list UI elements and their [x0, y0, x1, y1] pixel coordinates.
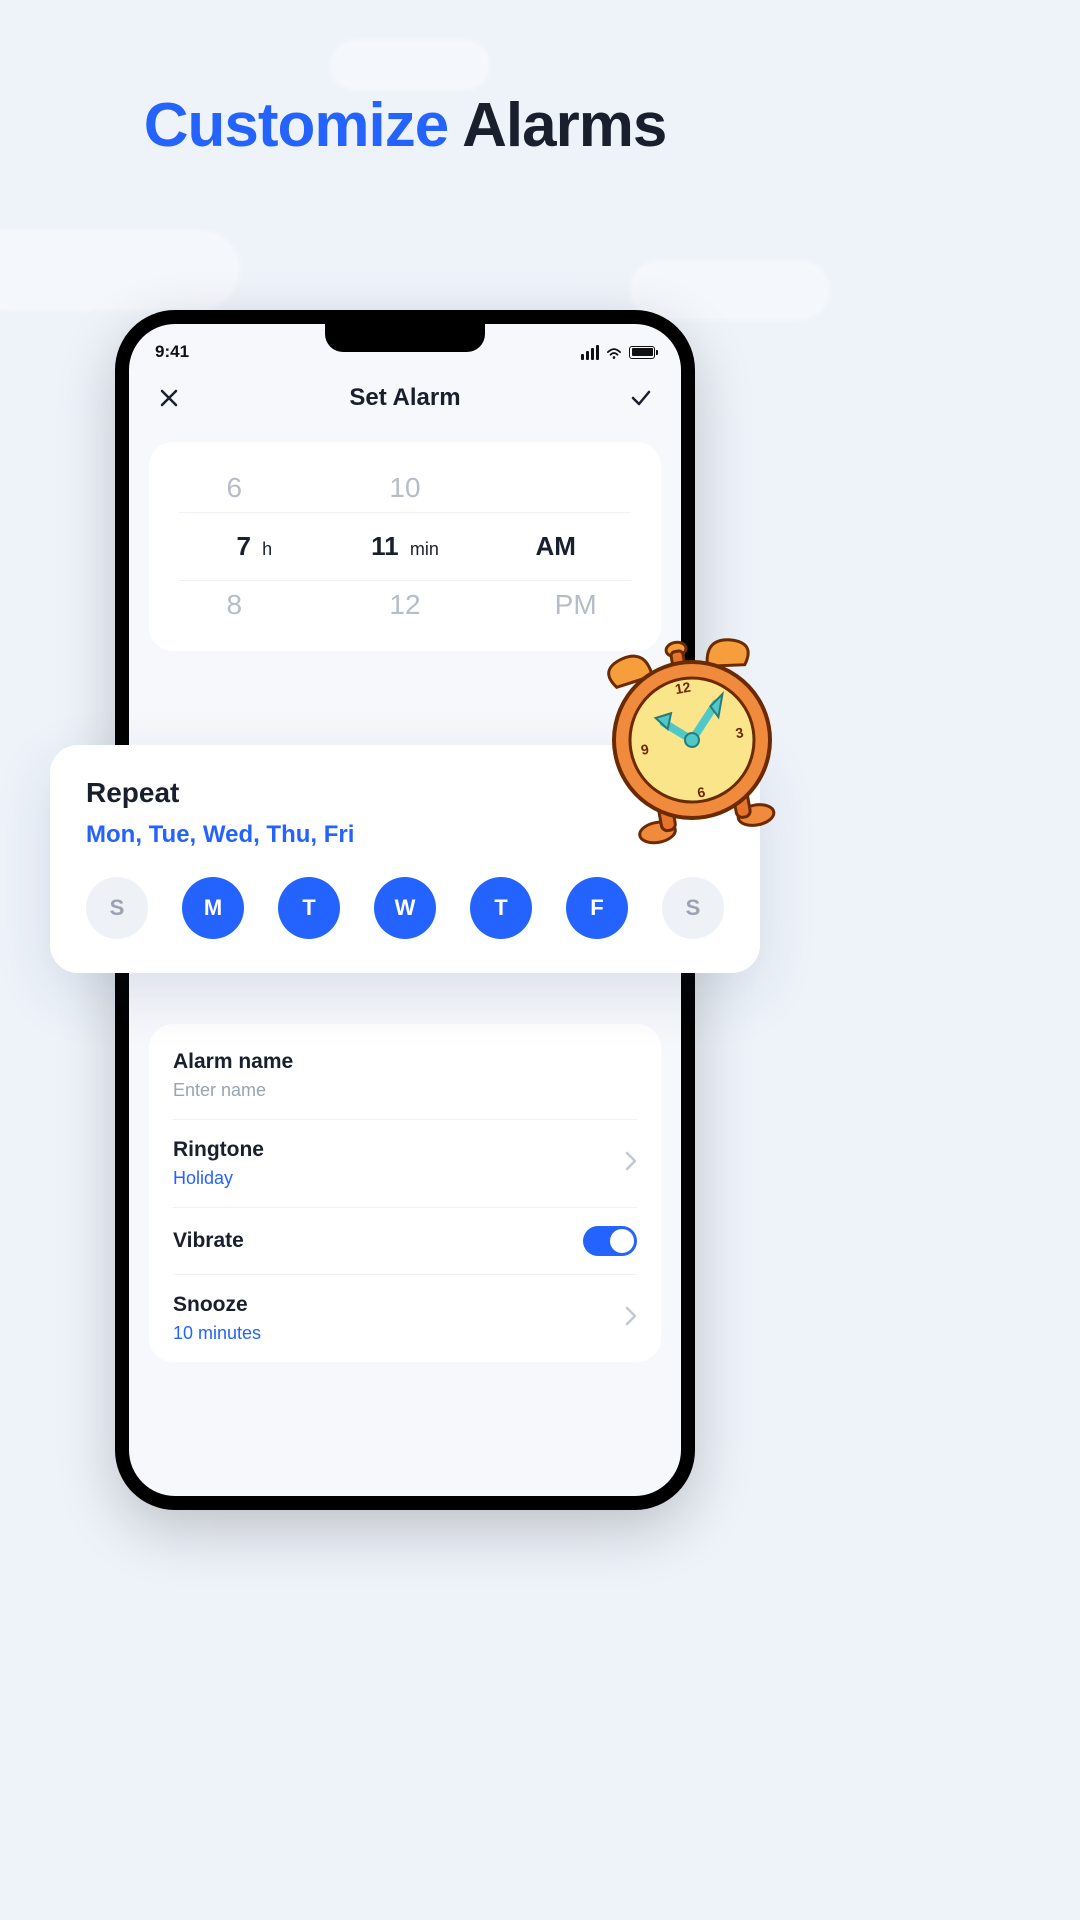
battery-icon: [629, 346, 655, 359]
headline-part-b: Alarms: [462, 91, 666, 160]
chevron-right-icon: [625, 1151, 637, 1176]
close-icon[interactable]: [155, 384, 183, 412]
headline-part-a: Customize: [144, 91, 462, 160]
day-toggle-wed[interactable]: W: [374, 877, 436, 939]
ringtone-label: Ringtone: [173, 1138, 264, 1162]
decorative-cloud: [330, 40, 490, 90]
setting-snooze[interactable]: Snooze 10 minutes: [173, 1275, 637, 1362]
picker-min-prev: 10: [320, 472, 491, 504]
nav-title: Set Alarm: [349, 384, 460, 412]
day-toggle-thu[interactable]: T: [470, 877, 532, 939]
setting-vibrate: Vibrate: [173, 1208, 637, 1275]
chevron-right-icon: [625, 1306, 637, 1331]
picker-row-selected: 7 h 11 min AM: [179, 512, 631, 581]
decorative-cloud: [630, 260, 830, 320]
status-icons: [581, 345, 655, 360]
status-time: 9:41: [155, 342, 189, 362]
decorative-cloud: [0, 230, 240, 310]
day-toggle-sat[interactable]: S: [662, 877, 724, 939]
alarm-name-input[interactable]: Enter name: [173, 1080, 293, 1101]
snooze-value: 10 minutes: [173, 1323, 261, 1344]
picker-hour-sel: 7 h: [179, 531, 330, 562]
repeat-days-row: S M T W T F S: [86, 877, 724, 939]
confirm-icon[interactable]: [627, 384, 655, 412]
setting-ringtone[interactable]: Ringtone Holiday: [173, 1120, 637, 1208]
phone-notch: [325, 324, 485, 352]
picker-row-prev: 6 10: [149, 464, 661, 512]
nav-bar: Set Alarm: [129, 362, 681, 430]
svg-text:12: 12: [674, 679, 692, 697]
day-toggle-sun[interactable]: S: [86, 877, 148, 939]
setting-alarm-name[interactable]: Alarm name Enter name: [173, 1032, 637, 1120]
picker-period-next: PM: [490, 589, 661, 621]
day-toggle-tue[interactable]: T: [278, 877, 340, 939]
picker-min-sel: 11 min: [330, 531, 481, 562]
picker-row-next: 8 12 PM: [149, 581, 661, 629]
picker-min-next: 12: [320, 589, 491, 621]
vibrate-label: Vibrate: [173, 1229, 244, 1253]
alarm-settings-card: Alarm name Enter name Ringtone Holiday V…: [149, 1024, 661, 1362]
alarm-clock-icon: 12 3 6 9: [592, 630, 792, 850]
day-toggle-fri[interactable]: F: [566, 877, 628, 939]
alarm-name-label: Alarm name: [173, 1050, 293, 1074]
picker-hour-prev: 6: [149, 472, 320, 504]
cellular-icon: [581, 345, 599, 360]
vibrate-toggle[interactable]: [583, 1226, 637, 1256]
picker-period-sel: AM: [480, 531, 631, 562]
snooze-label: Snooze: [173, 1293, 261, 1317]
ringtone-value: Holiday: [173, 1168, 264, 1189]
time-picker[interactable]: 6 10 7 h 11 min AM 8 12 PM: [149, 442, 661, 651]
picker-hour-next: 8: [149, 589, 320, 621]
day-toggle-mon[interactable]: M: [182, 877, 244, 939]
wifi-icon: [605, 345, 623, 359]
